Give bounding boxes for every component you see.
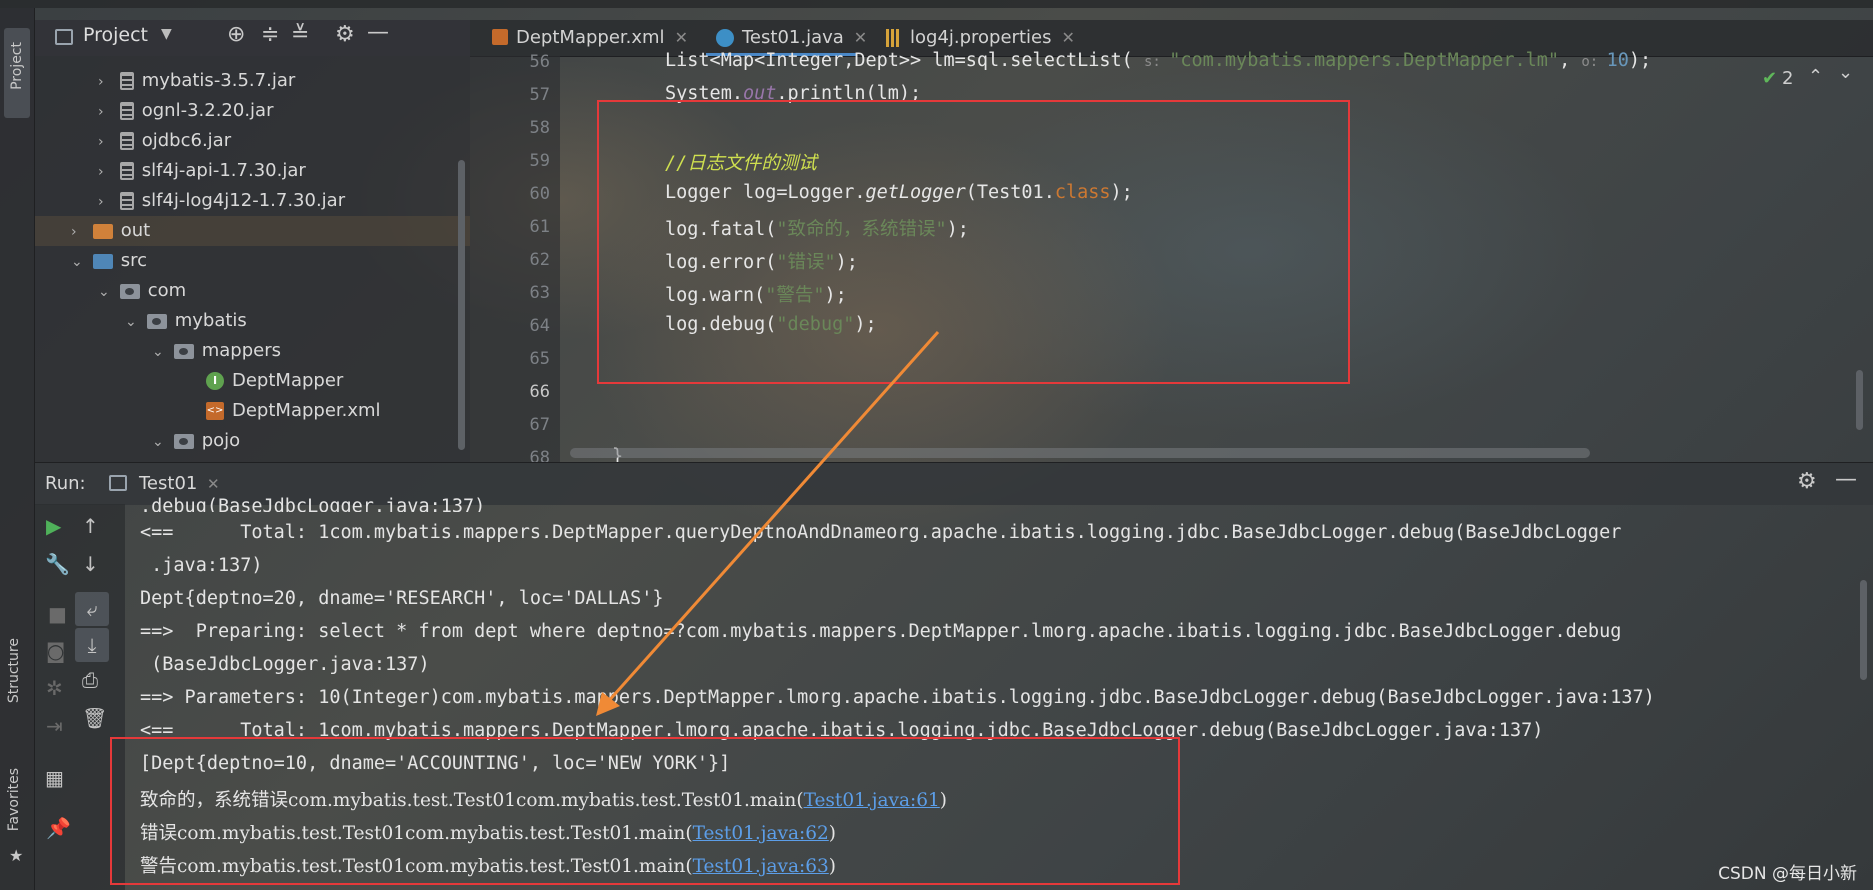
arrow-line: [604, 331, 940, 705]
arrow-head: [596, 692, 620, 716]
annotation-arrow: [596, 331, 940, 716]
watermark: CSDN @每日小新: [1718, 864, 1857, 884]
